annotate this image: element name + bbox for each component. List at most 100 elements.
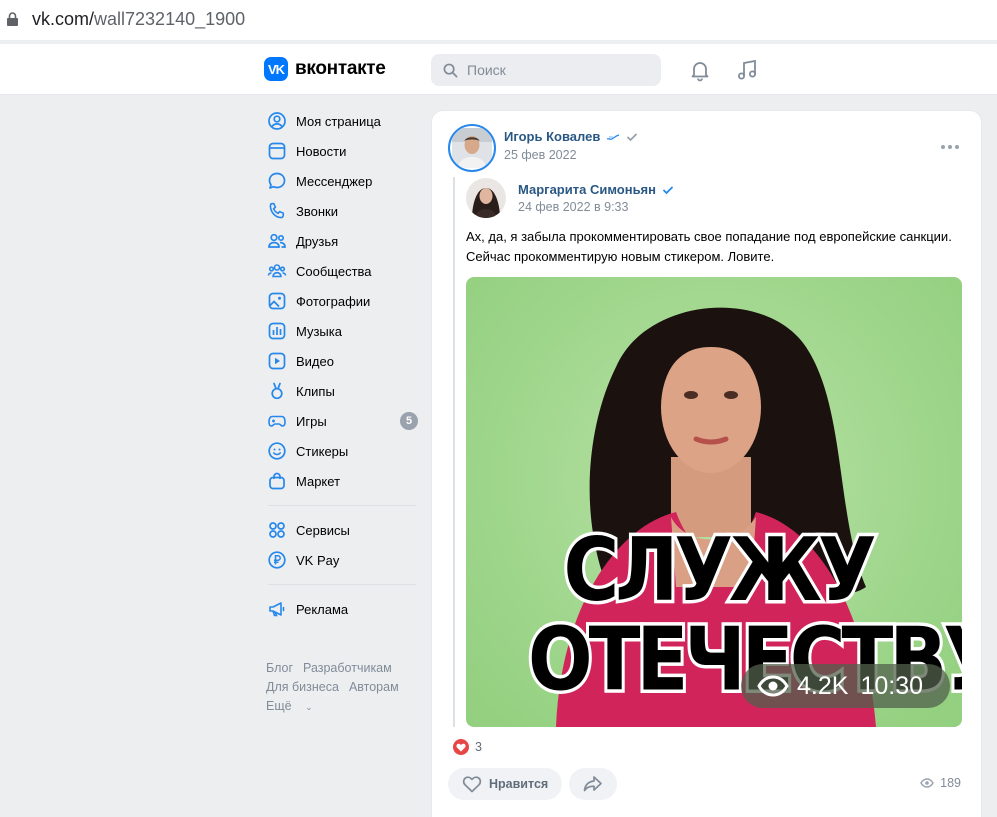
services-icon (269, 522, 285, 538)
sticker-time: 10:30 (860, 671, 923, 700)
sidebar-item-label: Стикеры (296, 443, 349, 459)
share-button[interactable] (569, 768, 617, 800)
search-icon (443, 63, 458, 77)
sidebar-item-label: Видео (296, 353, 334, 369)
more-dot (948, 145, 952, 149)
sidebar-item-services[interactable]: Сервисы (262, 515, 422, 545)
sidebar-item-photos[interactable]: Фотографии (262, 286, 422, 316)
megaphone-icon (269, 602, 285, 617)
post-date[interactable]: 25 фев 2022 (504, 148, 577, 162)
sidebar-item-label: Звонки (296, 203, 338, 219)
sidebar-item-calls[interactable]: Звонки (262, 196, 422, 226)
post-views: 189 (920, 776, 961, 790)
sidebar-item-label: Друзья (296, 233, 339, 249)
sidebar-item-label: Сервисы (296, 522, 350, 538)
music-note-icon[interactable] (735, 58, 759, 82)
sidebar-item-games[interactable]: Игры 5 (262, 406, 422, 436)
sidebar-item-news[interactable]: Новости (262, 136, 422, 166)
repost-indicator-line (453, 177, 455, 727)
sidebar-item-label: Фотографии (296, 293, 371, 309)
reactions-summary[interactable]: 3 (453, 739, 482, 755)
url-text[interactable]: vk.com/wall7232140_1900 (32, 9, 245, 30)
sidebar-item-my-page[interactable]: Моя страница (262, 106, 422, 136)
author-avatar-image (452, 128, 492, 168)
message-icon (268, 172, 286, 189)
bag-icon (269, 472, 285, 490)
eye-icon (757, 675, 789, 697)
sidebar-item-stickers[interactable]: Стикеры (262, 436, 422, 466)
more-dot (941, 145, 945, 149)
sidebar-item-label: Маркет (296, 473, 341, 489)
newsfeed-icon (268, 142, 286, 160)
like-label: Нравится (489, 777, 549, 791)
sidebar-item-label: Клипы (296, 383, 335, 399)
music-icon (268, 322, 286, 340)
footer-link-developers[interactable]: Разработчикам (303, 661, 392, 675)
post-author-name: Игорь Ковалев (504, 129, 601, 144)
communities-icon (267, 264, 287, 278)
photo-icon (268, 292, 286, 310)
search-input[interactable] (467, 62, 647, 78)
post-more-button[interactable] (941, 145, 959, 149)
heart-outline-icon (462, 776, 482, 793)
sidebar-divider (268, 584, 416, 585)
sidebar-item-label: Мессенджер (296, 173, 373, 189)
sidebar-item-label: VK Pay (296, 552, 340, 568)
verified-icon (627, 133, 638, 141)
reactions-count: 3 (475, 740, 482, 754)
footer-link-more[interactable]: Ещё ⌄ (266, 699, 323, 713)
post-views-count: 189 (940, 776, 961, 790)
smile-icon (268, 442, 286, 460)
user-circle-icon (268, 112, 286, 130)
wall-post: Игорь Ковалев 25 фев 2022 Маргарита Симо… (431, 110, 982, 817)
sidebar-item-label: Новости (296, 143, 347, 159)
footer-link-authors[interactable]: Авторам (349, 680, 399, 694)
sidebar-item-label: Реклама (296, 601, 349, 617)
sidebar-item-label: Игры (296, 413, 327, 429)
sidebar-item-vk-pay[interactable]: VK Pay (262, 545, 422, 575)
left-sidebar: Моя страница Новости Мессенджер Звонки Д… (262, 106, 422, 717)
sidebar-item-communities[interactable]: Сообщества (262, 256, 422, 286)
author-avatar[interactable] (448, 124, 496, 172)
browser-address-bar[interactable]: vk.com/wall7232140_1900 (0, 0, 997, 40)
friends-icon (268, 233, 286, 248)
sidebar-item-video[interactable]: Видео (262, 346, 422, 376)
like-button[interactable]: Нравится (448, 768, 563, 800)
bell-icon[interactable] (688, 58, 712, 82)
sticker-stats-overlay: 4.2K 10:30 (741, 664, 950, 708)
repost-date[interactable]: 24 фев 2022 в 9:33 (518, 200, 628, 214)
top-header: VK вконтакте (0, 44, 997, 95)
repost-author-avatar[interactable] (466, 178, 506, 218)
games-count-badge: 5 (400, 412, 418, 430)
clips-icon (271, 382, 283, 400)
vkpay-icon (268, 551, 286, 569)
vk-logo-icon: VK (264, 57, 288, 81)
footer-link-business[interactable]: Для бизнеса (266, 680, 339, 694)
repost-author[interactable]: Маргарита Симоньян (518, 182, 674, 197)
more-dot (955, 145, 959, 149)
sidebar-item-clips[interactable]: Клипы (262, 376, 422, 406)
sticker-media[interactable]: СЛУЖУ ОТЕЧЕСТВУ 4.2K 10:30 (466, 277, 962, 727)
gamepad-icon (268, 415, 286, 427)
sticker-caption-line1: СЛУЖУ (560, 518, 879, 621)
vk-logo[interactable]: VK вконтакте (264, 57, 386, 81)
eye-icon (920, 778, 934, 788)
post-author[interactable]: Игорь Ковалев (504, 129, 638, 144)
sticker-views: 4.2K (797, 671, 849, 700)
post-text: Ах, да, я забыла прокомментировать свое … (466, 229, 952, 264)
sidebar-item-ads[interactable]: Реклама (262, 594, 422, 624)
sidebar-item-music[interactable]: Музыка (262, 316, 422, 346)
sidebar-item-friends[interactable]: Друзья (262, 226, 422, 256)
sidebar-item-label: Моя страница (296, 113, 381, 129)
phone-icon (269, 202, 285, 219)
sidebar-item-messenger[interactable]: Мессенджер (262, 166, 422, 196)
search-box[interactable] (431, 54, 661, 86)
sidebar-footer: Блог Разработчикам Для бизнеса Авторам Ещё… (262, 659, 422, 717)
logo-text: вконтакте (295, 58, 386, 79)
heart-reaction-icon (453, 739, 469, 755)
repost-avatar-image (466, 178, 506, 218)
sidebar-item-label: Музыка (296, 323, 342, 339)
sidebar-divider (268, 505, 416, 506)
sidebar-item-market[interactable]: Маркет (262, 466, 422, 496)
footer-link-blog[interactable]: Блог (266, 661, 293, 675)
